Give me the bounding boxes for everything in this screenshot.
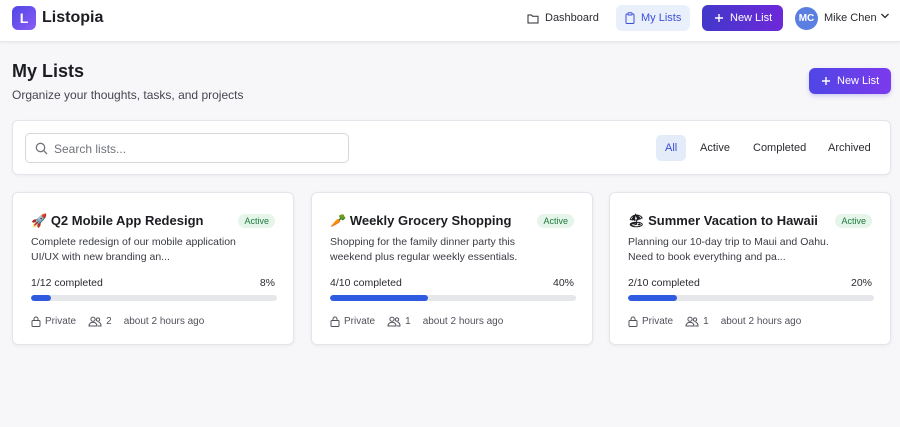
progress-percent: 40%	[552, 277, 574, 289]
users-icon	[685, 316, 699, 326]
progress-bar	[628, 295, 874, 301]
progress-fill	[31, 295, 51, 301]
chevron-down-icon[interactable]	[880, 12, 890, 20]
nav-my-lists-label: My Lists	[641, 12, 682, 24]
clipboard-icon	[625, 12, 635, 24]
search-icon	[35, 142, 48, 155]
new-list-button[interactable]: New List	[809, 68, 891, 94]
filter-tab-completed[interactable]: Completed	[744, 135, 815, 161]
nav-my-lists[interactable]: My Lists	[616, 5, 691, 31]
new-list-label: New List	[837, 75, 880, 87]
list-meta: Private 1 about 2 hours ago	[330, 314, 515, 328]
progress-bar	[330, 295, 576, 301]
list-emoji: 🚀	[31, 213, 48, 228]
users-icon	[88, 316, 102, 326]
status-badge: Active	[537, 214, 574, 228]
folder-icon	[527, 14, 539, 23]
filter-tab-archived[interactable]: Archived	[819, 135, 880, 161]
page-title: My Lists	[12, 61, 85, 81]
list-description: Planning our 10-day trip to Maui and Oah…	[628, 236, 829, 263]
privacy-label: Private	[45, 315, 77, 327]
list-title-text: Summer Vacation to Hawaii	[648, 213, 818, 228]
list-title-text: Q2 Mobile App Redesign	[50, 213, 204, 228]
collaborator-count: 1	[405, 315, 411, 327]
page-subtitle: Organize your thoughts, tasks, and proje…	[12, 88, 244, 102]
list-card-title[interactable]: 🚀 Q2 Mobile App Redesign	[31, 213, 203, 229]
progress-label: 1/12 completed	[31, 277, 103, 289]
top-navbar: L Listopia Dashboard My Lists New List M…	[0, 0, 900, 42]
plus-icon	[715, 14, 723, 22]
nav-dashboard-label: Dashboard	[545, 12, 599, 24]
lock-icon	[31, 316, 41, 327]
list-card[interactable]: 🏖 Summer Vacation to Hawaii Active Plann…	[609, 192, 891, 345]
avatar[interactable]: MC	[795, 7, 818, 30]
logo-icon[interactable]: L	[12, 6, 36, 30]
updated-time: about 2 hours ago	[422, 315, 504, 327]
lock-icon	[330, 316, 340, 327]
list-description: Shopping for the family dinner party thi…	[330, 236, 518, 263]
plus-icon	[822, 77, 830, 85]
list-card[interactable]: 🚀 Q2 Mobile App Redesign Active Complete…	[12, 192, 294, 345]
progress-percent: 8%	[259, 277, 275, 289]
search-box[interactable]	[25, 133, 349, 163]
list-description: Complete redesign of our mobile applicat…	[31, 236, 236, 263]
nav-dashboard[interactable]: Dashboard	[518, 5, 608, 31]
progress-label: 2/10 completed	[628, 277, 700, 289]
list-card[interactable]: 🥕 Weekly Grocery Shopping Active Shoppin…	[311, 192, 593, 345]
status-badge: Active	[835, 214, 872, 228]
list-card-title[interactable]: 🥕 Weekly Grocery Shopping	[330, 213, 511, 229]
updated-time: about 2 hours ago	[720, 315, 802, 327]
nav-new-list-label: New List	[730, 12, 773, 24]
progress-label: 4/10 completed	[330, 277, 402, 289]
search-input[interactable]	[54, 139, 344, 158]
updated-time: about 2 hours ago	[123, 315, 205, 327]
list-title-text: Weekly Grocery Shopping	[349, 213, 512, 228]
users-icon	[387, 316, 401, 326]
privacy-label: Private	[344, 315, 376, 327]
list-meta: Private 2 about 2 hours ago	[31, 314, 216, 328]
nav-new-list-button[interactable]: New List	[702, 5, 783, 31]
filter-panel: All Active Completed Archived	[12, 120, 891, 175]
progress-percent: 20%	[850, 277, 872, 289]
progress-fill	[628, 295, 678, 301]
progress-bar	[31, 295, 277, 301]
lock-icon	[628, 316, 638, 327]
filter-tab-all[interactable]: All	[656, 135, 687, 161]
filter-tab-active[interactable]: Active	[691, 135, 739, 161]
list-emoji: 🥕	[330, 213, 347, 228]
list-emoji: 🏖	[628, 213, 645, 228]
list-meta: Private 1 about 2 hours ago	[628, 314, 813, 328]
user-name[interactable]: Mike Chen	[824, 12, 877, 24]
collaborator-count: 1	[703, 315, 709, 327]
privacy-label: Private	[642, 315, 674, 327]
brand-name[interactable]: Listopia	[42, 9, 103, 27]
status-badge: Active	[238, 214, 275, 228]
collaborator-count: 2	[106, 315, 112, 327]
list-card-title[interactable]: 🏖 Summer Vacation to Hawaii	[628, 213, 818, 229]
progress-fill	[330, 295, 429, 301]
